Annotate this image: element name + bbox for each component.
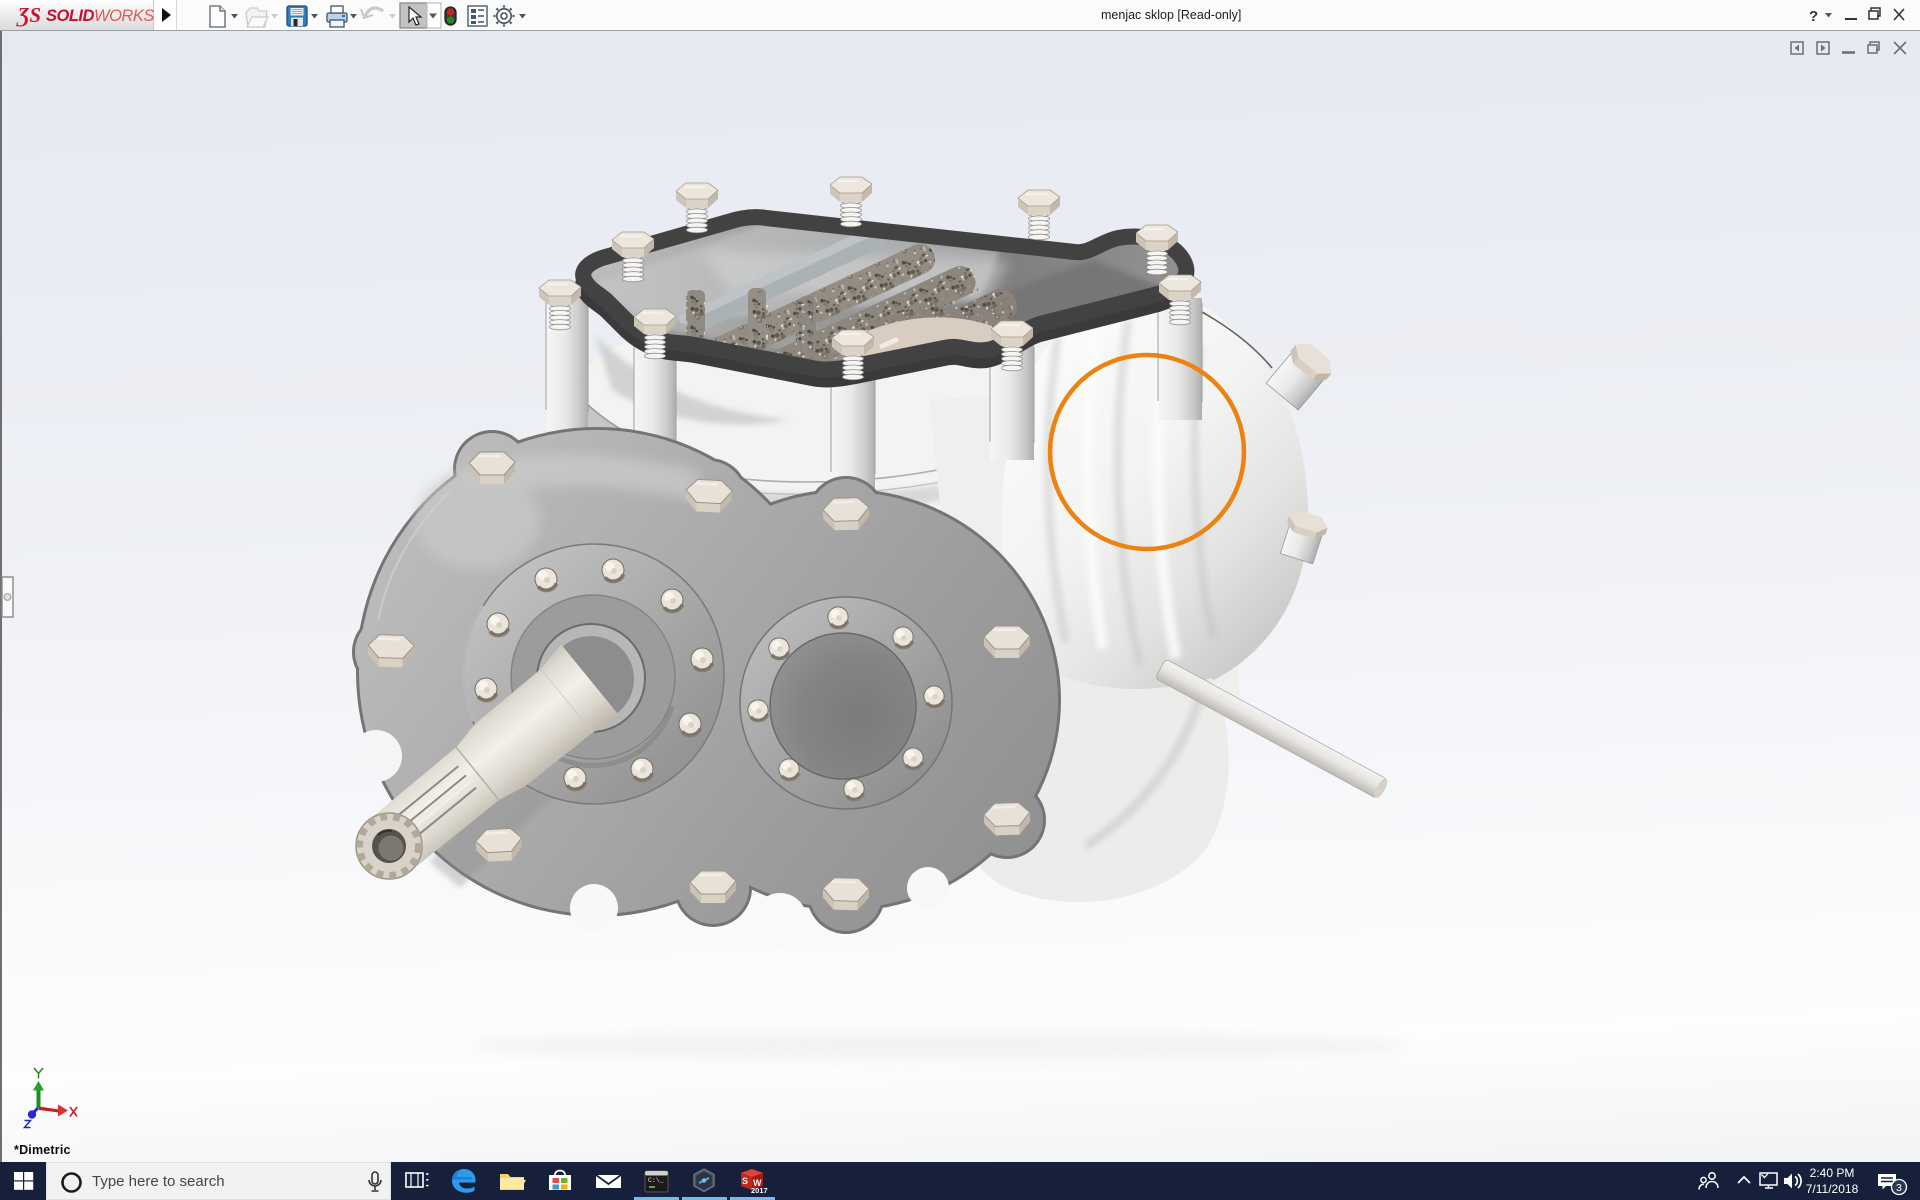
svg-text:3: 3 <box>1896 1182 1902 1194</box>
svg-text:C:\_: C:\_ <box>648 1177 664 1184</box>
svg-text:?: ? <box>1809 8 1818 25</box>
svg-text:ƷS: ƷS <box>16 3 41 27</box>
svg-text:WORKS: WORKS <box>94 7 154 25</box>
svg-text:SOLID: SOLID <box>46 7 95 25</box>
svg-text:S: S <box>742 1176 748 1186</box>
svg-text:2017: 2017 <box>751 1186 768 1195</box>
